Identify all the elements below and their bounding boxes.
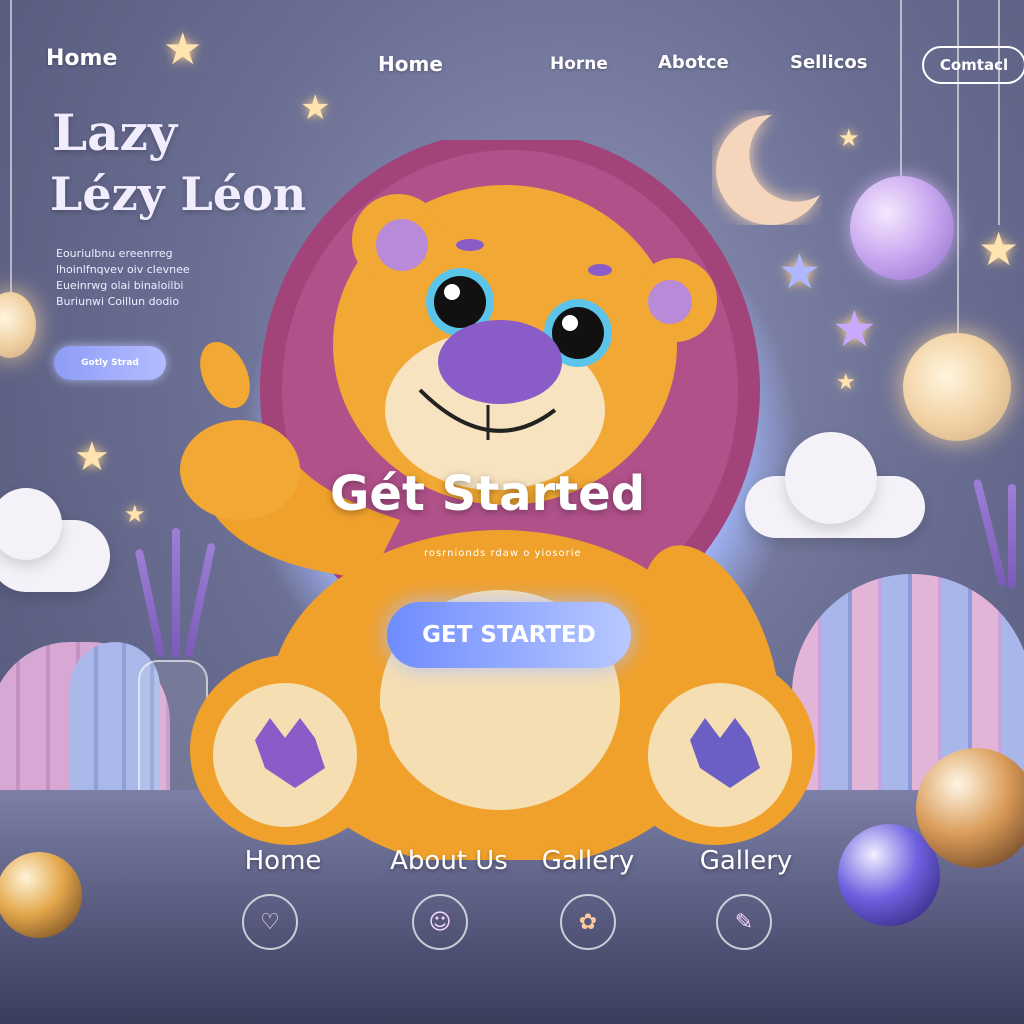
nav-link-home-2[interactable]: Horne	[550, 54, 608, 74]
hero-body-line: Eouriulbnu ereenrreg	[56, 247, 173, 260]
hanging-string	[10, 0, 12, 295]
nav-link-about[interactable]: Abotce	[658, 52, 729, 73]
star-icon: ★	[838, 124, 860, 152]
bottom-nav-label: About Us	[390, 846, 508, 876]
hero-body-line: Eueinrwg olai binaloilbi	[56, 279, 184, 292]
face-scribble-icon[interactable]: ☺	[412, 894, 468, 950]
lavender-stem	[1008, 484, 1016, 588]
heart-scribble-icon[interactable]: ♡	[242, 894, 298, 950]
lavender-stem	[134, 548, 166, 658]
bottom-nav-label: Home	[244, 846, 322, 876]
star-icon: ★	[836, 370, 856, 395]
star-icon: ★	[978, 222, 1020, 276]
hero-body-line: Buriunwi Coillun dodio	[56, 295, 180, 308]
get-started-button[interactable]: GET STARTED	[387, 602, 631, 668]
hanging-string	[900, 0, 902, 180]
hero-body-line: lhoinlfnqvev oiv clevnee	[56, 263, 190, 276]
paper-lantern	[0, 292, 36, 358]
star-icon: ★	[832, 300, 877, 358]
bottom-nav-label: Gallery	[699, 846, 793, 876]
nav-link-services[interactable]: Sellicos	[790, 52, 867, 73]
nav-link-home[interactable]: Home	[378, 52, 443, 76]
hanging-string	[998, 0, 1000, 225]
gold-sphere	[0, 852, 82, 938]
bottom-nav-gallery[interactable]: Gallery	[508, 846, 668, 876]
hero-small-get-started-button[interactable]: Gotly Strad	[54, 346, 166, 380]
hero-body-text: Eouriulbnu ereenrreg lhoinlfnqvev oiv cl…	[56, 246, 226, 310]
bottom-nav-about[interactable]: About Us	[369, 846, 529, 876]
brand-home-link[interactable]: Home	[46, 46, 117, 71]
bottom-nav-gallery-2[interactable]: Gallery	[666, 846, 826, 876]
center-heading: Gét Started	[330, 466, 646, 522]
lavender-stem	[972, 478, 1008, 588]
book-scribble-icon[interactable]: ✎	[716, 894, 772, 950]
gold-sphere	[916, 748, 1024, 868]
hero-title-line2: Lézy Léon	[50, 167, 307, 221]
paper-lantern	[903, 333, 1011, 441]
star-icon: ★	[124, 500, 146, 528]
bottom-nav-home[interactable]: Home	[203, 846, 363, 876]
hero-title-line1: Lazy	[52, 103, 177, 162]
star-icon: ★	[74, 434, 110, 480]
star-icon: ★	[300, 88, 331, 128]
star-icon: ★	[163, 24, 203, 75]
disco-ball	[850, 176, 954, 280]
flower-scribble-icon[interactable]: ✿	[560, 894, 616, 950]
bottom-nav-label: Gallery	[541, 846, 635, 876]
contact-button[interactable]: Comtacl	[922, 46, 1024, 84]
center-tagline: rosrnionds rdaw o yiosorie	[424, 548, 582, 559]
